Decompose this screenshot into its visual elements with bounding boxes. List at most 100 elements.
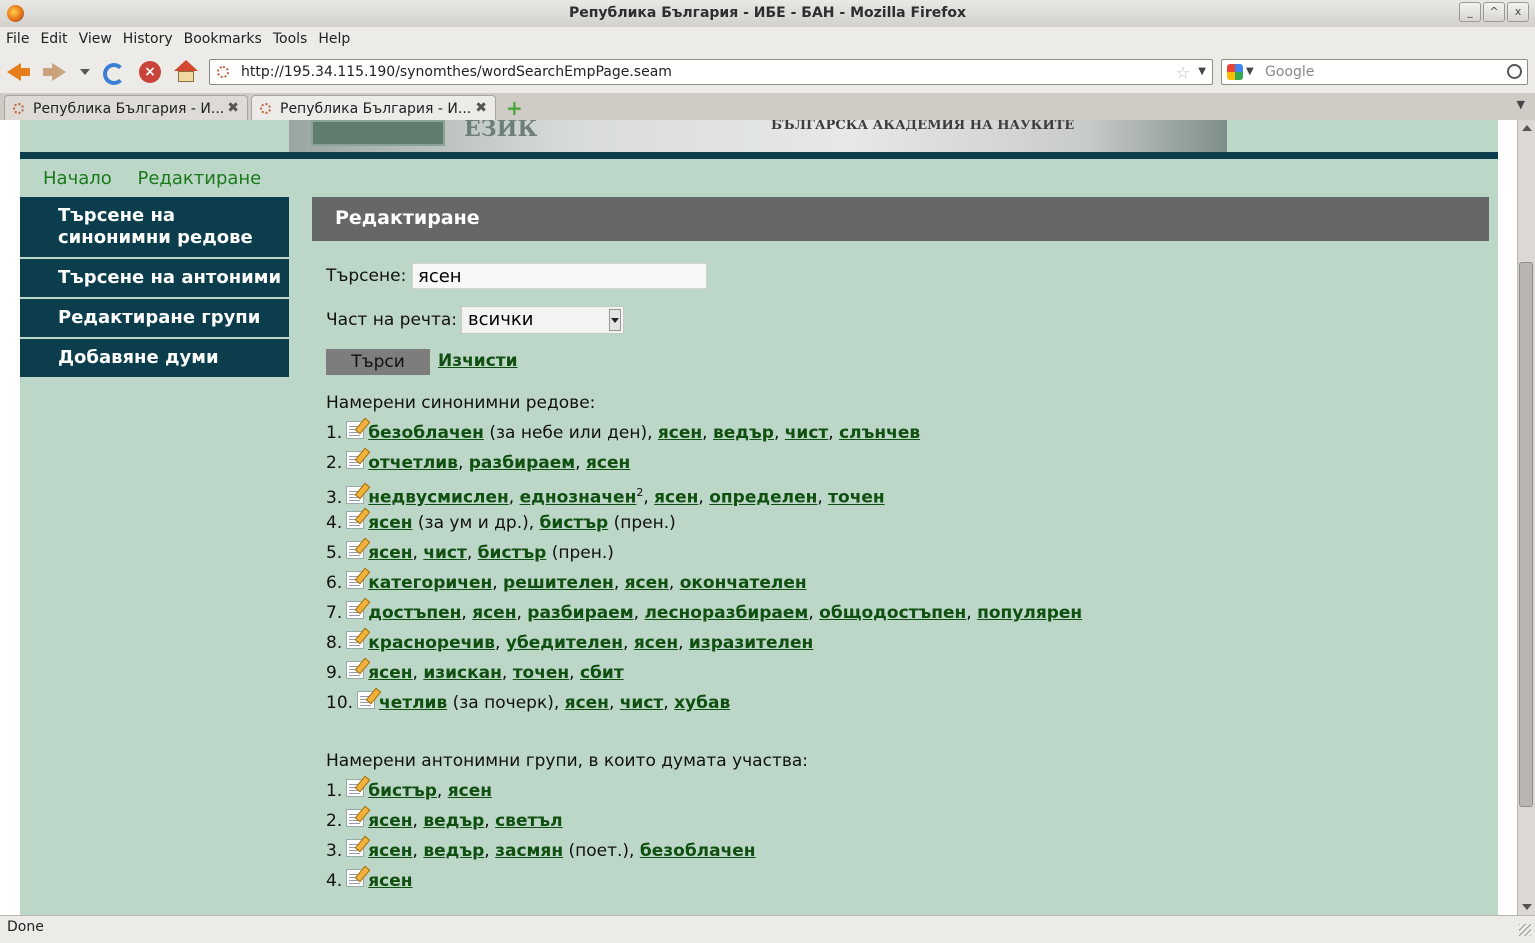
edit-icon[interactable] — [346, 485, 365, 504]
search-placeholder[interactable]: Google — [1265, 64, 1314, 80]
word-link[interactable]: ясен — [368, 871, 412, 891]
word-link[interactable]: определен — [709, 488, 817, 508]
url-text[interactable]: http://195.34.115.190/synomthes/wordSear… — [241, 64, 672, 80]
edit-icon[interactable] — [346, 779, 365, 797]
edit-icon[interactable] — [346, 421, 365, 439]
word-link[interactable]: чист — [785, 423, 829, 443]
word-link[interactable]: разбираем — [469, 453, 575, 473]
word-link[interactable]: разбираем — [527, 603, 633, 623]
word-link[interactable]: ясен — [634, 633, 678, 653]
tab-close-icon[interactable]: ✖ — [227, 100, 239, 116]
sidebar-item-add-words[interactable]: Добавяне думи — [20, 339, 289, 379]
engine-dropdown-icon[interactable]: ▼ — [1246, 66, 1254, 77]
word-link[interactable]: ведър — [423, 841, 484, 861]
back-icon[interactable] — [7, 60, 31, 84]
edit-icon[interactable] — [346, 661, 365, 679]
chevron-down-icon[interactable] — [609, 309, 621, 331]
word-link[interactable]: безоблачен — [640, 841, 756, 861]
word-link[interactable]: еднозначен — [520, 488, 637, 508]
tab-list-icon[interactable]: ▼ — [1517, 98, 1525, 111]
edit-icon[interactable] — [346, 601, 365, 619]
word-link[interactable]: ясен — [472, 603, 516, 623]
word-link[interactable]: красноречив — [368, 633, 495, 653]
word-link[interactable]: лесноразбираем — [644, 603, 808, 623]
edit-icon[interactable] — [357, 691, 376, 709]
search-bar[interactable]: ▼ Google — [1221, 59, 1528, 85]
word-link[interactable]: популярен — [977, 603, 1082, 623]
stop-icon[interactable]: × — [139, 61, 161, 83]
edit-icon[interactable] — [346, 869, 365, 887]
word-link[interactable]: ясен — [448, 781, 492, 801]
word-link[interactable]: бистър — [478, 543, 547, 563]
word-link[interactable]: убедителен — [506, 633, 623, 653]
history-dropdown-icon[interactable] — [78, 60, 92, 84]
word-link[interactable]: точен — [828, 488, 884, 508]
word-link[interactable]: хубав — [674, 693, 730, 713]
word-link[interactable]: ясен — [368, 543, 412, 563]
nav-edit-link[interactable]: Редактиране — [137, 168, 261, 189]
vertical-scrollbar[interactable] — [1517, 120, 1535, 915]
word-link[interactable]: ясен — [368, 513, 412, 533]
google-engine-icon[interactable] — [1227, 64, 1243, 80]
minimize-button[interactable]: _ — [1459, 2, 1481, 22]
menu-edit[interactable]: Edit — [40, 31, 67, 47]
maximize-button[interactable]: ^ — [1483, 2, 1505, 22]
edit-icon[interactable] — [346, 571, 365, 589]
sidebar-item-edit-groups[interactable]: Редактиране групи — [20, 299, 289, 339]
menu-view[interactable]: View — [79, 31, 112, 47]
word-link[interactable]: ведър — [423, 811, 484, 831]
word-link[interactable]: ясен — [658, 423, 702, 443]
tab-1[interactable]: Република България - И... ✖ — [4, 95, 248, 120]
word-link[interactable]: изискан — [423, 663, 502, 683]
tab-2[interactable]: Република България - И... ✖ — [251, 95, 496, 121]
search-button[interactable]: Търси — [326, 349, 430, 375]
reload-icon[interactable] — [103, 63, 125, 85]
word-link[interactable]: решителен — [503, 573, 614, 593]
sidebar-item-antonym-search[interactable]: Търсене на антоними — [20, 259, 289, 299]
url-bar[interactable]: http://195.34.115.190/synomthes/wordSear… — [209, 59, 1213, 85]
menu-bookmarks[interactable]: Bookmarks — [184, 31, 262, 47]
scroll-up-icon[interactable] — [1522, 125, 1532, 131]
word-link[interactable]: ясен — [368, 811, 412, 831]
edit-icon[interactable] — [346, 541, 365, 559]
word-link[interactable]: ясен — [368, 841, 412, 861]
word-link[interactable]: бистър — [540, 513, 609, 533]
edit-icon[interactable] — [346, 839, 365, 857]
word-link[interactable]: четлив — [379, 693, 447, 713]
word-link[interactable]: общодостъпен — [819, 603, 966, 623]
nav-home-link[interactable]: Начало — [43, 168, 112, 189]
word-link[interactable]: окончателен — [680, 573, 807, 593]
resize-grip-icon[interactable] — [1519, 924, 1531, 936]
menu-file[interactable]: File — [6, 31, 29, 47]
word-link[interactable]: бистър — [368, 781, 437, 801]
scrollbar-thumb[interactable] — [1519, 262, 1533, 807]
word-link[interactable]: недвусмислен — [368, 488, 509, 508]
edit-icon[interactable] — [346, 809, 365, 827]
word-link[interactable]: ясен — [654, 488, 698, 508]
edit-icon[interactable] — [346, 511, 365, 529]
menu-history[interactable]: History — [123, 31, 173, 47]
sidebar-item-synonym-search[interactable]: Търсене на синонимни редове — [20, 197, 289, 259]
pos-select[interactable]: всички — [461, 306, 624, 334]
word-link[interactable]: ясен — [625, 573, 669, 593]
word-link[interactable]: достъпен — [368, 603, 461, 623]
search-input[interactable]: ясен — [412, 263, 707, 289]
word-link[interactable]: ясен — [565, 693, 609, 713]
word-link[interactable]: ведър — [713, 423, 774, 443]
word-link[interactable]: светъл — [495, 811, 562, 831]
home-icon[interactable] — [174, 60, 198, 84]
word-link[interactable]: сбит — [580, 663, 624, 683]
word-link[interactable]: ясен — [368, 663, 412, 683]
close-window-button[interactable]: x — [1507, 2, 1529, 22]
clear-link[interactable]: Изчисти — [438, 351, 518, 371]
menu-help[interactable]: Help — [318, 31, 350, 47]
word-link[interactable]: слънчев — [839, 423, 920, 443]
bookmark-star-icon[interactable]: ☆ — [1176, 63, 1190, 82]
search-icon[interactable] — [1507, 64, 1522, 79]
scroll-down-icon[interactable] — [1522, 904, 1532, 910]
word-link[interactable]: безоблачен — [368, 423, 484, 443]
edit-icon[interactable] — [346, 451, 365, 469]
edit-icon[interactable] — [346, 631, 365, 649]
word-link[interactable]: изразителен — [689, 633, 813, 653]
menu-tools[interactable]: Tools — [273, 31, 308, 47]
